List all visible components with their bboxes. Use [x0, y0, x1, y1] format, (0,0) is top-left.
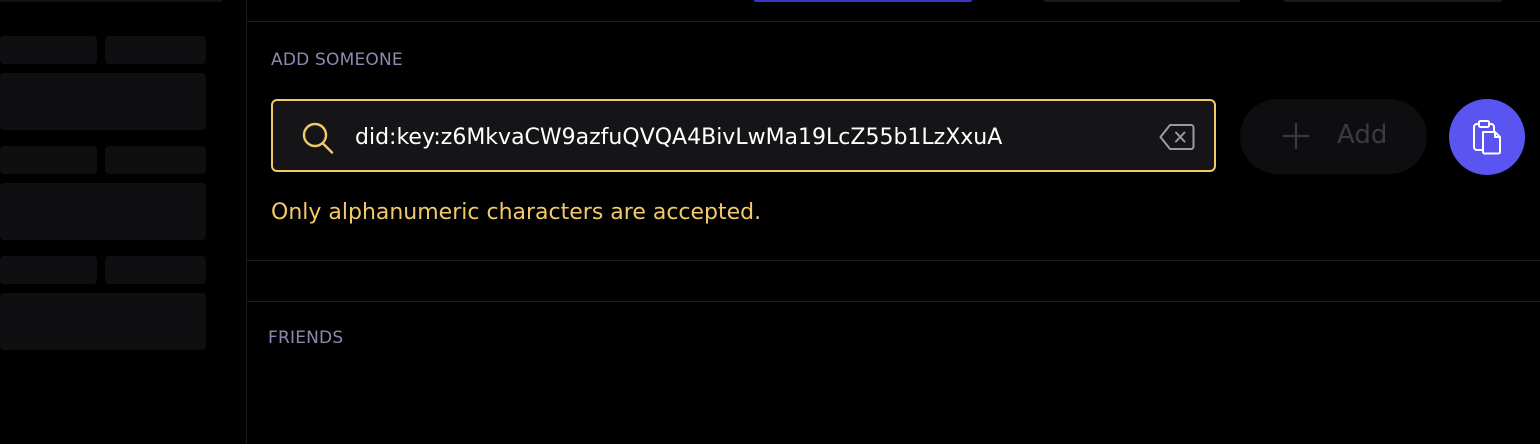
validation-error-message: Only alphanumeric characters are accepte… — [271, 200, 762, 225]
sidebar-skeleton-item — [0, 183, 206, 240]
clipboard-icon — [1473, 120, 1501, 155]
search-icon — [302, 122, 334, 154]
tab-inactive[interactable] — [1284, 0, 1502, 2]
sidebar-skeleton-label — [0, 146, 97, 174]
sidebar-skeleton-label — [105, 256, 206, 284]
section-divider — [247, 301, 1540, 302]
friends-page: ADD SOMEONE Add Only alphanumeric charac… — [0, 0, 1540, 444]
sidebar-skeleton-label — [0, 256, 97, 284]
tab-active-indicator[interactable] — [754, 0, 972, 2]
plus-icon — [1282, 122, 1310, 150]
backspace-clear-icon[interactable] — [1159, 123, 1195, 151]
sidebar-skeleton-item — [0, 73, 206, 130]
sidebar — [0, 0, 246, 444]
section-divider — [247, 260, 1540, 261]
sidebar-skeleton-item — [0, 293, 206, 350]
friends-label: FRIENDS — [268, 328, 344, 348]
sidebar-divider — [246, 0, 247, 444]
add-button-label: Add — [1337, 120, 1388, 150]
add-friend-button[interactable]: Add — [1240, 99, 1427, 174]
add-friend-search-field[interactable] — [271, 99, 1216, 172]
paste-did-button[interactable] — [1449, 99, 1525, 175]
did-key-input[interactable] — [355, 119, 1137, 155]
sidebar-skeleton-label — [105, 146, 206, 174]
header-divider — [247, 21, 1540, 22]
sidebar-skeleton-label — [105, 36, 206, 64]
add-someone-label: ADD SOMEONE — [271, 50, 403, 70]
sidebar-skeleton-line — [0, 0, 222, 2]
tab-inactive[interactable] — [1044, 0, 1240, 2]
sidebar-skeleton-label — [0, 36, 97, 64]
